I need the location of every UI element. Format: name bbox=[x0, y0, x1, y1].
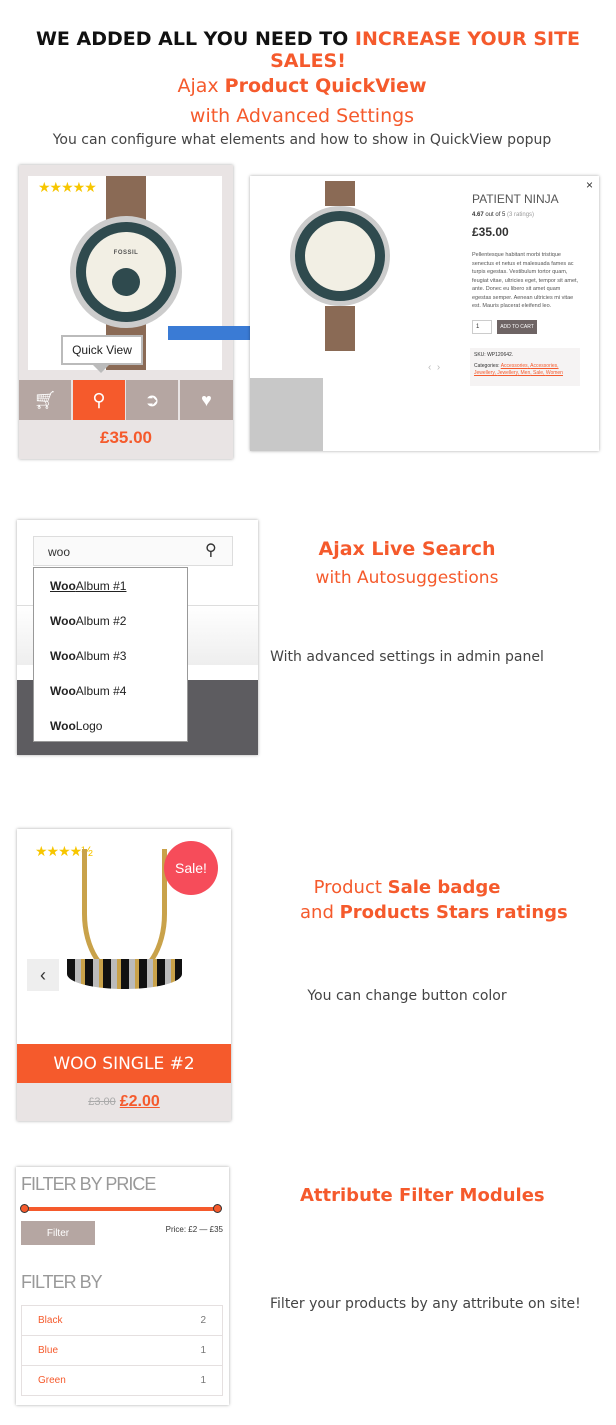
watch-brand: FOSSIL bbox=[113, 250, 139, 256]
attribute-item[interactable]: Green 1 bbox=[22, 1365, 222, 1395]
price-filter-title: FILTER BY PRICE bbox=[21, 1174, 156, 1194]
suggestion-item[interactable]: Woo Album #4 bbox=[34, 673, 187, 708]
price-range-label: Price: £2 — £35 bbox=[165, 1225, 223, 1234]
old-price: £3.00 bbox=[88, 1096, 116, 1108]
tooltip-pointer bbox=[93, 365, 109, 381]
search-demo: woo ⚲ Woo Album #1 Woo Album #2 Woo Album … bbox=[17, 520, 258, 755]
suggestion-item[interactable]: Woo Album #1 bbox=[34, 568, 187, 603]
attribute-list: Black 2 Blue 1 Green 1 bbox=[21, 1305, 223, 1396]
cart-icon: 🛒︎ bbox=[33, 389, 57, 410]
product-meta: SKU: WP120642. Categories: Accessories, … bbox=[470, 348, 580, 386]
price-slider[interactable] bbox=[24, 1207, 219, 1211]
popup-title: PATIENT NINJA bbox=[472, 192, 559, 206]
suggestions-dropdown: Woo Album #1 Woo Album #2 Woo Album #3 Woo … bbox=[33, 567, 188, 742]
star-rating: ★★★★★ bbox=[38, 179, 97, 195]
s2-description: With advanced settings in admin panel bbox=[270, 649, 544, 665]
category-link[interactable]: Accessories bbox=[501, 363, 528, 369]
s2-heading: Ajax Live Search bbox=[318, 538, 496, 560]
quick-view-button[interactable]: ⚲ bbox=[73, 380, 125, 420]
search-icon[interactable]: ⚲ bbox=[205, 540, 217, 560]
s3-heading: Product Sale badge bbox=[313, 877, 501, 898]
popup-description: Pellentesque habitant morbi tristique se… bbox=[472, 252, 579, 309]
quick-view-tooltip: Quick View bbox=[61, 335, 143, 365]
title-part: WE ADDED ALL YOU NEED TO bbox=[35, 28, 355, 50]
s1-heading: Ajax Product QuickView bbox=[177, 75, 427, 97]
heart-icon: ♥ bbox=[201, 389, 212, 410]
suggestion-item[interactable]: Woo Album #3 bbox=[34, 638, 187, 673]
qty-input[interactable]: 1 bbox=[472, 320, 492, 334]
category-link[interactable]: Jewellery bbox=[497, 370, 517, 376]
popup-rating: 4.67 out of 5 (3 ratings) bbox=[472, 212, 535, 218]
necklace-stones bbox=[67, 959, 182, 989]
s4-heading: Attribute Filter Modules bbox=[300, 1185, 545, 1206]
suggestion-item[interactable]: Woo Logo bbox=[34, 708, 187, 743]
arrow-circle-icon: ➲ bbox=[144, 389, 160, 410]
category-link[interactable]: Accessories bbox=[530, 363, 557, 369]
prev-button[interactable]: ‹ bbox=[27, 959, 59, 991]
category-link[interactable]: Men bbox=[521, 370, 531, 376]
prev-button[interactable]: ‹ bbox=[428, 362, 431, 373]
add-to-cart-button[interactable]: 🛒︎ bbox=[19, 380, 71, 420]
popup-price: £35.00 bbox=[472, 225, 509, 239]
category-link[interactable]: Sale bbox=[533, 370, 543, 376]
sale-price[interactable]: £2.00 bbox=[120, 1093, 160, 1111]
next-button[interactable]: › bbox=[437, 362, 440, 373]
filter-button[interactable]: Filter bbox=[21, 1221, 95, 1245]
close-icon[interactable]: × bbox=[586, 178, 593, 192]
price-row: £3.00 £2.00 bbox=[17, 1083, 231, 1121]
product-price: £35.00 bbox=[100, 428, 152, 447]
quickview-popup: × ‹ › PATIENT NINJA 4.67 out of 5 (3 rat… bbox=[250, 176, 599, 451]
sale-product-card: ★★★★½ Sale! ‹ WOO SINGLE #2 £3.00 £2.00 bbox=[17, 829, 231, 1121]
category-link[interactable]: Jewellery bbox=[474, 370, 494, 376]
banner-title: WE ADDED ALL YOU NEED TO INCREASE YOUR S… bbox=[0, 28, 616, 72]
s3-description: You can change button color bbox=[307, 988, 507, 1004]
s3-subheading: and Products Stars ratings bbox=[300, 902, 568, 923]
category-link[interactable]: Women bbox=[546, 370, 563, 376]
s1-subheading: with Advanced Settings bbox=[189, 105, 415, 127]
slider-handle-min[interactable] bbox=[20, 1204, 29, 1213]
search-icon: ⚲ bbox=[92, 389, 106, 410]
suggestion-item[interactable]: Woo Album #2 bbox=[34, 603, 187, 638]
attribute-item[interactable]: Blue 1 bbox=[22, 1335, 222, 1365]
attribute-filter-title: FILTER BY bbox=[21, 1272, 103, 1292]
add-to-cart-button[interactable]: ADD TO CART bbox=[497, 320, 537, 334]
thumb-1[interactable] bbox=[250, 378, 323, 451]
watch-subdial bbox=[112, 268, 140, 296]
s4-description: Filter your products by any attribute on… bbox=[270, 1296, 581, 1312]
compare-button[interactable]: ➲ bbox=[126, 380, 178, 420]
s2-subheading: with Autosuggestions bbox=[315, 568, 499, 588]
slider-handle-max[interactable] bbox=[213, 1204, 222, 1213]
search-input[interactable]: woo bbox=[33, 536, 233, 566]
product-title-button[interactable]: WOO SINGLE #2 bbox=[17, 1044, 231, 1083]
s1-description: You can configure what elements and how … bbox=[52, 132, 552, 148]
sale-badge: Sale! bbox=[164, 841, 218, 895]
wishlist-button[interactable]: ♥ bbox=[180, 380, 233, 420]
filter-panel: FILTER BY PRICE Filter Price: £2 — £35 F… bbox=[16, 1167, 229, 1405]
thumb-2[interactable] bbox=[323, 378, 396, 451]
attribute-item[interactable]: Black 2 bbox=[22, 1305, 222, 1335]
